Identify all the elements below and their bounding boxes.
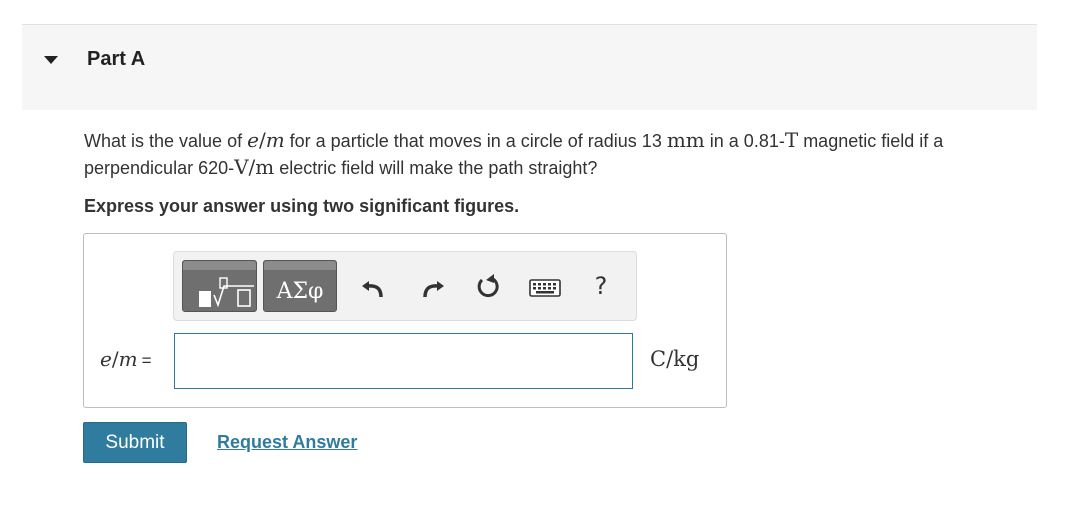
var-math: e/m [100, 347, 138, 371]
math-var-m: m [265, 128, 285, 152]
math-var-e: e [100, 347, 112, 371]
math-unit-tesla: T [784, 128, 799, 152]
templates-button[interactable] [182, 260, 257, 312]
question-text: What is the value of e/m for a particle … [84, 127, 1044, 181]
question-segment: What is the value of [84, 131, 248, 151]
instruction-text: Express your answer using two significan… [84, 196, 520, 216]
math-toolbar: ΑΣφ ? [173, 251, 637, 321]
greek-label: ΑΣφ [276, 279, 324, 304]
help-icon[interactable]: ? [589, 272, 613, 302]
button-strip [264, 261, 336, 270]
redo-icon[interactable] [419, 273, 447, 301]
answer-box: ΑΣφ ? e/m = C/kg [83, 233, 727, 408]
templates-icon [199, 277, 254, 308]
math-unit-v-per-m: V/m [234, 155, 275, 179]
keyboard-icon[interactable] [528, 273, 562, 301]
variable-label: e/m = [100, 347, 152, 372]
part-header[interactable]: Part A [22, 25, 1037, 110]
question-segment: for a particle that moves in a circle of… [284, 131, 667, 151]
reset-icon[interactable] [474, 273, 502, 301]
math-var-m: m [118, 347, 138, 371]
question-segment: in a 0.81- [704, 131, 785, 151]
question-segment: electric field will make the path straig… [274, 158, 598, 178]
unit-label: C/kg [650, 347, 700, 371]
greek-symbols-button[interactable]: ΑΣφ [263, 260, 337, 312]
math-var-e: e [247, 128, 259, 152]
question-math-em: e/m [247, 128, 285, 152]
answer-input[interactable] [174, 333, 633, 389]
part-title: Part A [87, 48, 146, 70]
math-slash: / [258, 128, 266, 152]
caret-down-icon[interactable] [44, 56, 58, 64]
math-unit-mm: mm [666, 128, 705, 152]
undo-icon[interactable] [359, 273, 387, 301]
submit-button[interactable]: Submit [83, 422, 187, 463]
equals-sign: = [141, 351, 152, 370]
math-slash: / [111, 347, 119, 371]
request-answer-link[interactable]: Request Answer [217, 432, 357, 453]
